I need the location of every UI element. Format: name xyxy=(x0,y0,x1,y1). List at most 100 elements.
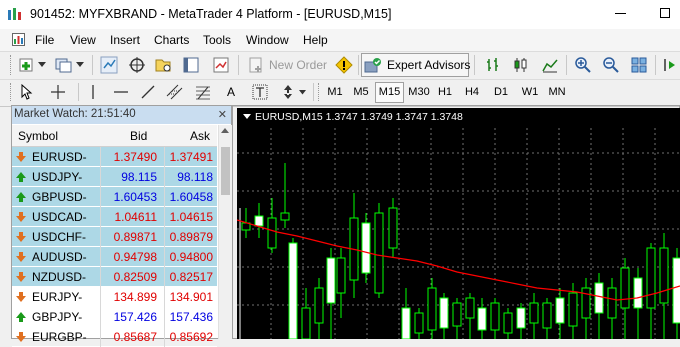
zoom-in-icon[interactable] xyxy=(574,56,592,74)
timeframe-w1[interactable]: W1 xyxy=(518,86,542,98)
toolbar-grip[interactable] xyxy=(10,83,14,101)
bid-cell: 0.85687 xyxy=(113,330,157,344)
channel-icon[interactable] xyxy=(166,84,184,100)
text-tool-icon[interactable]: A xyxy=(227,85,235,99)
arrow-down-icon xyxy=(16,272,26,282)
candlestick xyxy=(659,233,669,339)
horizontal-line-icon[interactable] xyxy=(113,84,129,100)
timeframe-h4[interactable]: H4 xyxy=(461,86,483,98)
timeframe-m30[interactable]: M30 xyxy=(406,86,432,98)
scroll-thumb[interactable] xyxy=(221,147,230,195)
candlestick xyxy=(555,288,565,339)
price-chart[interactable] xyxy=(237,108,680,339)
toolbar-grip[interactable] xyxy=(318,83,322,101)
candlestick xyxy=(503,308,513,339)
table-row[interactable]: AUDUSD- 0.94798 0.94800 xyxy=(12,247,217,267)
maximize-button[interactable] xyxy=(660,8,670,18)
crosshair-icon[interactable] xyxy=(50,84,66,100)
table-row[interactable]: EURJPY- 134.899 134.901 xyxy=(12,287,217,307)
chart-menu-icon[interactable] xyxy=(243,114,251,119)
column-bid[interactable]: Bid xyxy=(130,129,147,143)
ask-cell: 157.436 xyxy=(169,310,213,324)
ask-cell: 134.901 xyxy=(169,290,213,304)
chevron-down-icon[interactable] xyxy=(38,62,46,68)
candlestick xyxy=(336,248,346,318)
expert-advisors-icon xyxy=(364,58,381,73)
candlestick xyxy=(254,203,264,238)
bid-cell: 0.82509 xyxy=(113,270,157,284)
candlestick xyxy=(361,213,371,283)
table-row[interactable]: GBPUSD- 1.60453 1.60458 xyxy=(12,187,217,207)
warning-icon[interactable] xyxy=(335,56,353,74)
arrow-down-icon xyxy=(16,292,26,302)
strategy-tester-icon[interactable] xyxy=(212,56,230,74)
candlestick xyxy=(542,298,552,339)
candlestick xyxy=(374,203,384,298)
fibonacci-icon[interactable] xyxy=(195,84,211,100)
toolbar-grip[interactable] xyxy=(10,55,14,75)
column-symbol[interactable]: Symbol xyxy=(18,129,58,143)
data-window-icon[interactable] xyxy=(128,56,146,74)
candlestick xyxy=(427,278,437,339)
tile-windows-icon[interactable] xyxy=(630,56,648,74)
candlestick xyxy=(267,198,277,253)
symbol-cell: EURGBP- xyxy=(32,330,87,344)
symbol-cell: USDCAD- xyxy=(32,210,87,224)
ask-cell: 0.94800 xyxy=(169,250,213,264)
menu-insert[interactable]: Insert xyxy=(110,33,140,47)
menu-file[interactable]: File xyxy=(35,33,54,47)
candlestick-icon[interactable] xyxy=(512,56,530,74)
symbol-cell: EURJPY- xyxy=(32,290,83,304)
new-chart-icon[interactable] xyxy=(18,56,36,74)
new-order-button[interactable]: New Order xyxy=(269,58,327,72)
menu-charts[interactable]: Charts xyxy=(154,33,189,47)
scrollbar[interactable] xyxy=(218,125,232,339)
navigator-icon[interactable] xyxy=(154,56,172,74)
timeframe-m1[interactable]: M1 xyxy=(323,86,347,98)
column-ask[interactable]: Ask xyxy=(190,129,210,143)
chevron-down-icon[interactable] xyxy=(76,62,84,68)
ask-cell: 0.85692 xyxy=(169,330,213,344)
chart-shift-icon[interactable] xyxy=(662,56,680,74)
chart-window-icon[interactable] xyxy=(12,33,25,46)
scroll-up-icon[interactable] xyxy=(221,128,229,133)
terminal-icon[interactable] xyxy=(182,56,200,74)
menu-help[interactable]: Help xyxy=(303,33,328,47)
new-order-icon[interactable] xyxy=(248,57,264,73)
trendline-icon[interactable] xyxy=(140,84,156,100)
menu-tools[interactable]: Tools xyxy=(203,33,231,47)
text-label-icon[interactable] xyxy=(252,84,268,100)
line-chart-icon[interactable] xyxy=(541,56,559,74)
chevron-down-icon[interactable] xyxy=(299,90,306,95)
timeframe-m15[interactable]: M15 xyxy=(375,82,404,103)
candlestick xyxy=(280,163,290,228)
ask-cell: 98.118 xyxy=(177,170,213,184)
table-row[interactable]: EURGBP- 0.85687 0.85692 xyxy=(12,327,217,347)
vertical-line-icon[interactable] xyxy=(86,84,100,100)
timeframe-d1[interactable]: D1 xyxy=(490,86,512,98)
timeframe-mn[interactable]: MN xyxy=(545,86,569,98)
title-bar: 901452: MYFXBRAND - MetaTrader 4 Platfor… xyxy=(0,0,680,30)
zoom-out-icon[interactable] xyxy=(602,56,620,74)
table-row[interactable]: GBPJPY- 157.426 157.436 xyxy=(12,307,217,327)
table-row[interactable]: USDCAD- 1.04611 1.04615 xyxy=(12,207,217,227)
table-row[interactable]: USDCHF- 0.89871 0.89879 xyxy=(12,227,217,247)
table-row[interactable]: EURUSD- 1.37490 1.37491 xyxy=(12,147,217,167)
cursor-icon[interactable] xyxy=(20,84,34,100)
chart-window[interactable]: EURUSD,M15 1.3747 1.3749 1.3747 1.3748 xyxy=(237,108,680,339)
profiles-icon[interactable] xyxy=(55,56,73,74)
minimize-button[interactable] xyxy=(615,13,626,14)
menu-window[interactable]: Window xyxy=(246,33,289,47)
bid-cell: 0.89871 xyxy=(113,230,157,244)
table-row[interactable]: NZDUSD- 0.82509 0.82517 xyxy=(12,267,217,287)
candlestick xyxy=(477,298,487,339)
timeframe-m5[interactable]: M5 xyxy=(349,86,373,98)
arrow-down-icon xyxy=(16,232,26,242)
timeframe-h1[interactable]: H1 xyxy=(434,86,456,98)
arrows-icon[interactable] xyxy=(280,84,296,100)
close-icon[interactable]: ✕ xyxy=(218,108,227,121)
market-watch-icon[interactable] xyxy=(100,56,118,74)
table-row[interactable]: USDJPY- 98.115 98.118 xyxy=(12,167,217,187)
bar-chart-icon[interactable] xyxy=(484,56,502,74)
menu-view[interactable]: View xyxy=(70,33,96,47)
